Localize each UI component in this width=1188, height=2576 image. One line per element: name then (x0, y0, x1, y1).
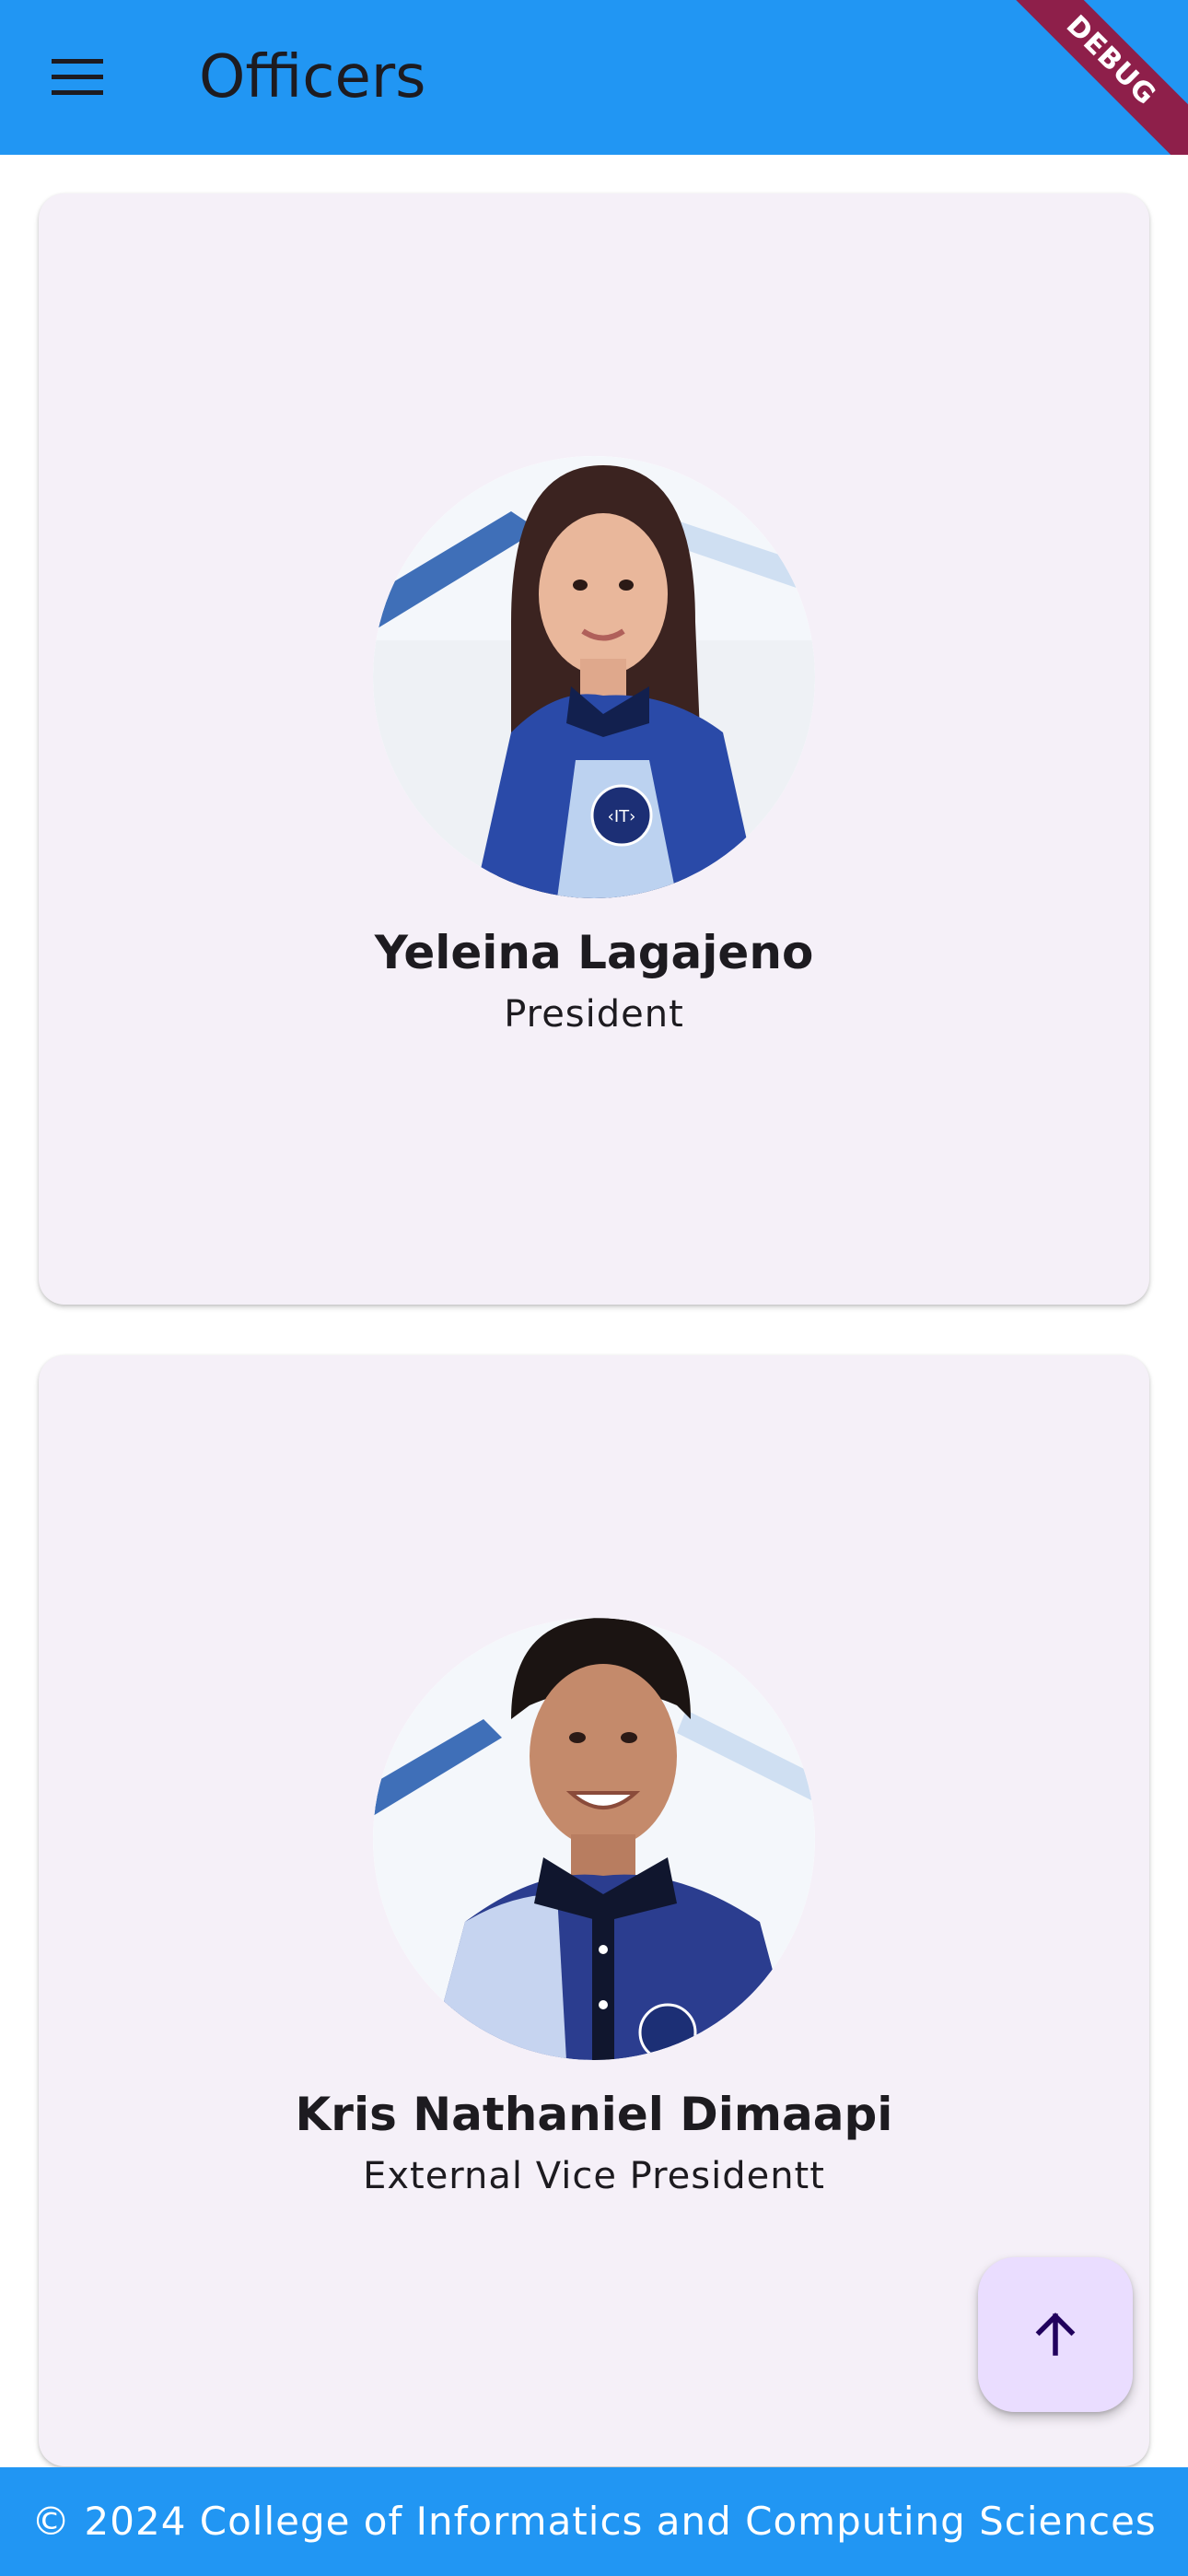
page-title: Officers (199, 43, 426, 111)
officer-photo: ‹IT› (373, 456, 815, 898)
menu-button[interactable] (37, 41, 118, 114)
officer-name: Kris Nathaniel Dimaapi (295, 2088, 893, 2141)
officer-photo (373, 1618, 815, 2060)
svg-text:‹IT›: ‹IT› (608, 807, 636, 826)
scroll-to-top-button[interactable] (978, 2257, 1133, 2412)
arrow-up-icon (1035, 2313, 1076, 2356)
officers-list[interactable]: ‹IT› Yeleina Lagajeno President Kris Nat… (0, 155, 1188, 2467)
officer-card: ‹IT› Yeleina Lagajeno President (39, 193, 1149, 1305)
footer: © 2024 College of Informatics and Comput… (0, 2467, 1188, 2576)
app-bar: Officers DEBUG (0, 0, 1188, 155)
officer-name: Yeleina Lagajeno (374, 926, 814, 979)
debug-banner: DEBUG (976, 0, 1188, 155)
officer-position: External Vice Presidentt (363, 2155, 825, 2197)
officer-position: President (504, 993, 684, 1036)
menu-icon (52, 59, 103, 95)
